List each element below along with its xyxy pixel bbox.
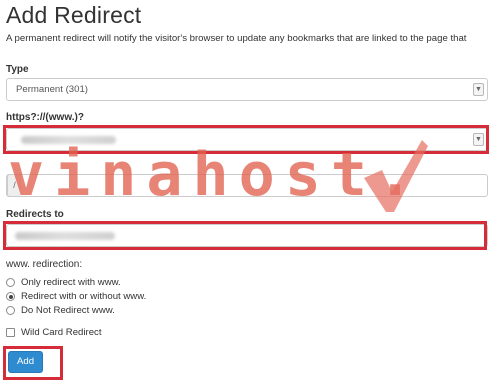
type-select-value: Permanent (301) bbox=[16, 84, 88, 95]
radio-label: Redirect with or without www. bbox=[21, 291, 147, 302]
path-prefix: / bbox=[7, 174, 21, 197]
wildcard-checkbox[interactable] bbox=[6, 328, 15, 337]
radio-button[interactable] bbox=[6, 278, 15, 287]
radio-button-selected[interactable] bbox=[6, 292, 15, 301]
page-title: Add Redirect bbox=[6, 2, 142, 28]
redirects-to-label: Redirects to bbox=[6, 209, 64, 220]
domain-label: https?://(www.)? bbox=[6, 112, 84, 123]
radio-label: Only redirect with www. bbox=[21, 277, 121, 288]
radio-label: Do Not Redirect www. bbox=[21, 305, 115, 316]
radio-button[interactable] bbox=[6, 306, 15, 315]
page-description: A permanent redirect will notify the vis… bbox=[6, 33, 467, 44]
add-button-highlight bbox=[3, 346, 63, 380]
wildcard-label: Wild Card Redirect bbox=[21, 327, 102, 338]
redirects-to-highlight bbox=[3, 221, 487, 250]
radio-with-or-without-www[interactable]: Redirect with or without www. bbox=[6, 291, 146, 302]
path-input[interactable] bbox=[6, 174, 488, 197]
www-redirection-label: www. redirection: bbox=[6, 259, 83, 270]
type-label: Type bbox=[6, 64, 29, 75]
radio-do-not-redirect-www[interactable]: Do Not Redirect www. bbox=[6, 305, 115, 316]
type-select[interactable]: Permanent (301) ▼ bbox=[6, 78, 488, 101]
radio-only-with-www[interactable]: Only redirect with www. bbox=[6, 277, 121, 288]
add-redirect-page: Add Redirect A permanent redirect will n… bbox=[0, 0, 500, 387]
wildcard-redirect-option[interactable]: Wild Card Redirect bbox=[6, 327, 102, 338]
chevron-down-icon: ▼ bbox=[473, 83, 484, 96]
domain-highlight bbox=[3, 125, 489, 154]
